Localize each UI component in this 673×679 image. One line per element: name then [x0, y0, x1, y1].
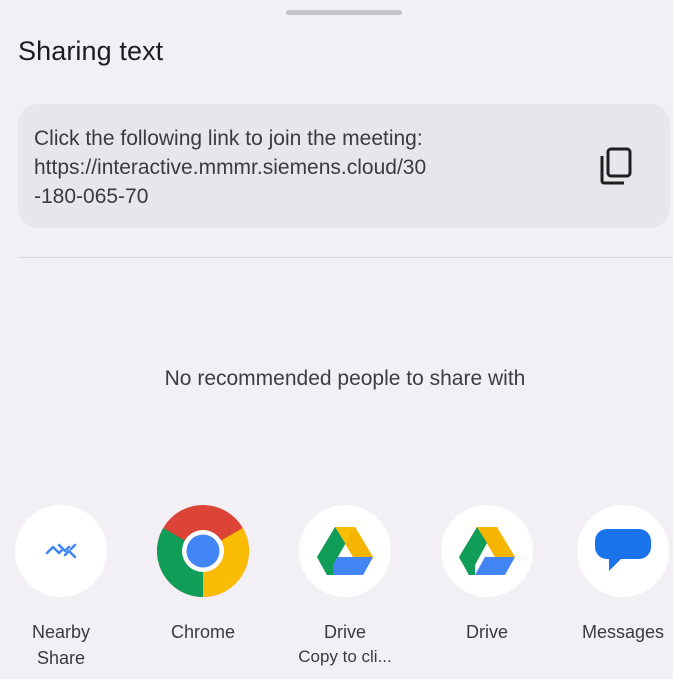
app-target-drive[interactable]: Drive — [422, 505, 552, 645]
drive-icon — [459, 527, 515, 575]
app-label: Drive — [465, 622, 508, 642]
app-icon-container — [441, 505, 533, 597]
app-target-drive-copy[interactable]: Drive Copy to cli... — [280, 505, 410, 669]
drive-icon — [317, 527, 373, 575]
app-label: Messages — [581, 622, 665, 642]
nearby-share-icon — [45, 543, 77, 559]
copy-icon — [600, 147, 632, 185]
app-label: Nearby Share — [31, 622, 91, 668]
messages-icon — [595, 529, 651, 571]
app-icon-container — [577, 505, 669, 597]
app-target-chrome[interactable]: Chrome — [138, 505, 268, 645]
shared-text-card: Click the following link to join the mee… — [18, 104, 670, 228]
sheet-title: Sharing text — [18, 36, 164, 66]
app-label: Drive — [323, 622, 366, 642]
app-target-messages[interactable]: Messages — [564, 505, 673, 645]
app-icon-container — [15, 505, 107, 597]
shared-text: Click the following link to join the mee… — [34, 127, 427, 208]
empty-recommendations-message: No recommended people to share with — [164, 367, 526, 390]
chrome-icon — [157, 505, 249, 597]
copy-button[interactable] — [594, 144, 638, 188]
app-target-nearby-share[interactable]: Nearby Share — [0, 505, 126, 671]
drag-handle[interactable] — [286, 10, 402, 15]
app-icon-container — [157, 505, 249, 597]
app-icon-container — [299, 505, 391, 597]
app-label: Chrome — [170, 622, 236, 642]
divider — [18, 257, 673, 258]
app-sublabel: Copy to cli... — [298, 647, 392, 666]
